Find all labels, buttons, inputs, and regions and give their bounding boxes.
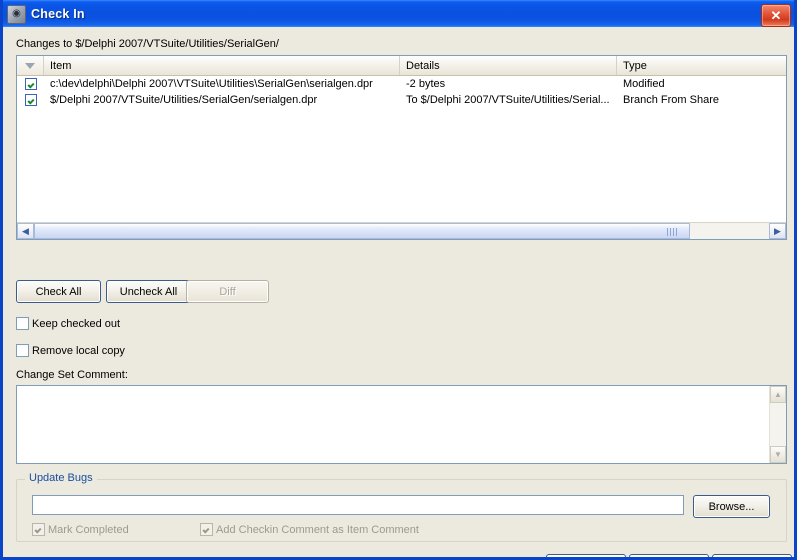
remove-local-copy-checkbox[interactable]: [16, 344, 29, 357]
close-icon[interactable]: ✕: [761, 4, 791, 27]
changes-list[interactable]: Item Details Type c:\dev\delphi\Delphi 2…: [16, 55, 787, 240]
add-checkin-comment-checkbox: [200, 523, 213, 536]
changes-path-label: Changes to $/Delphi 2007/VTSuite/Utiliti…: [16, 38, 279, 50]
sort-descending-icon: [25, 62, 35, 69]
mark-completed-checkbox: [32, 523, 45, 536]
keep-checked-out-checkbox[interactable]: [16, 317, 29, 330]
scroll-up-icon[interactable]: ▲: [770, 386, 786, 403]
checkin-icon: ◉: [7, 4, 26, 24]
update-bugs-legend: Update Bugs: [25, 472, 97, 484]
check-in-dialog: ◉ Check In ✕ Changes to $/Delphi 2007/VT…: [0, 0, 797, 560]
change-set-comment-label: Change Set Comment:: [16, 369, 128, 381]
table-row[interactable]: c:\dev\delphi\Delphi 2007\VTSuite\Utilit…: [17, 76, 786, 92]
diff-button: Diff: [186, 280, 269, 303]
scroll-right-icon[interactable]: ▶: [769, 223, 786, 239]
check-all-button[interactable]: Check All: [16, 280, 101, 303]
cancel-button[interactable]: Cancel: [629, 554, 709, 557]
row-checkbox-cell[interactable]: [17, 76, 44, 92]
row-checkbox[interactable]: [24, 94, 37, 106]
add-checkin-comment-option: Add Checkin Comment as Item Comment: [200, 523, 419, 536]
list-header: Item Details Type: [17, 56, 786, 76]
row-checkbox-cell[interactable]: [17, 92, 44, 108]
column-header-type[interactable]: Type: [617, 56, 785, 75]
change-set-comment-input[interactable]: [17, 386, 769, 463]
ok-button[interactable]: OK: [546, 554, 626, 557]
column-header-item[interactable]: Item: [44, 56, 400, 75]
scrollbar-grip-icon: [667, 228, 677, 236]
row-checkbox[interactable]: [24, 78, 37, 90]
row-details: To $/Delphi 2007/VTSuite/Utilities/Seria…: [406, 94, 610, 106]
dialog-client-area: Changes to $/Delphi 2007/VTSuite/Utiliti…: [3, 27, 794, 557]
window-title: Check In: [31, 7, 85, 21]
help-button[interactable]: Help: [712, 554, 792, 557]
keep-checked-out-label: Keep checked out: [32, 317, 121, 330]
mark-completed-label: Mark Completed: [48, 523, 129, 536]
row-item: c:\dev\delphi\Delphi 2007\VTSuite\Utilit…: [50, 78, 373, 90]
comment-vertical-scrollbar[interactable]: ▲ ▼: [769, 386, 786, 463]
scrollbar-track[interactable]: [690, 223, 769, 239]
bug-id-input[interactable]: [32, 495, 684, 515]
horizontal-scrollbar[interactable]: ◀ ▶: [17, 222, 786, 239]
uncheck-all-button[interactable]: Uncheck All: [106, 280, 191, 303]
row-details: -2 bytes: [406, 78, 446, 90]
remove-local-copy-label: Remove local copy: [32, 344, 125, 357]
row-item: $/Delphi 2007/VTSuite/Utilities/SerialGe…: [50, 94, 318, 106]
row-type: Branch From Share: [623, 94, 719, 106]
add-checkin-comment-label: Add Checkin Comment as Item Comment: [216, 523, 419, 536]
scrollbar-thumb[interactable]: [34, 223, 690, 239]
list-rows: c:\dev\delphi\Delphi 2007\VTSuite\Utilit…: [17, 76, 786, 108]
mark-completed-option: Mark Completed: [32, 523, 129, 536]
table-row[interactable]: $/Delphi 2007/VTSuite/Utilities/SerialGe…: [17, 92, 786, 108]
keep-checked-out-option[interactable]: Keep checked out: [16, 317, 120, 330]
row-type: Modified: [623, 78, 665, 90]
scroll-left-icon[interactable]: ◀: [17, 223, 34, 239]
column-header-sort[interactable]: [17, 56, 44, 75]
remove-local-copy-option[interactable]: Remove local copy: [16, 344, 125, 357]
browse-button[interactable]: Browse...: [693, 495, 770, 518]
change-set-comment-box[interactable]: ▲ ▼: [16, 385, 787, 464]
title-bar[interactable]: ◉ Check In ✕: [3, 0, 794, 27]
column-header-details[interactable]: Details: [400, 56, 617, 75]
scroll-down-icon[interactable]: ▼: [770, 446, 786, 463]
